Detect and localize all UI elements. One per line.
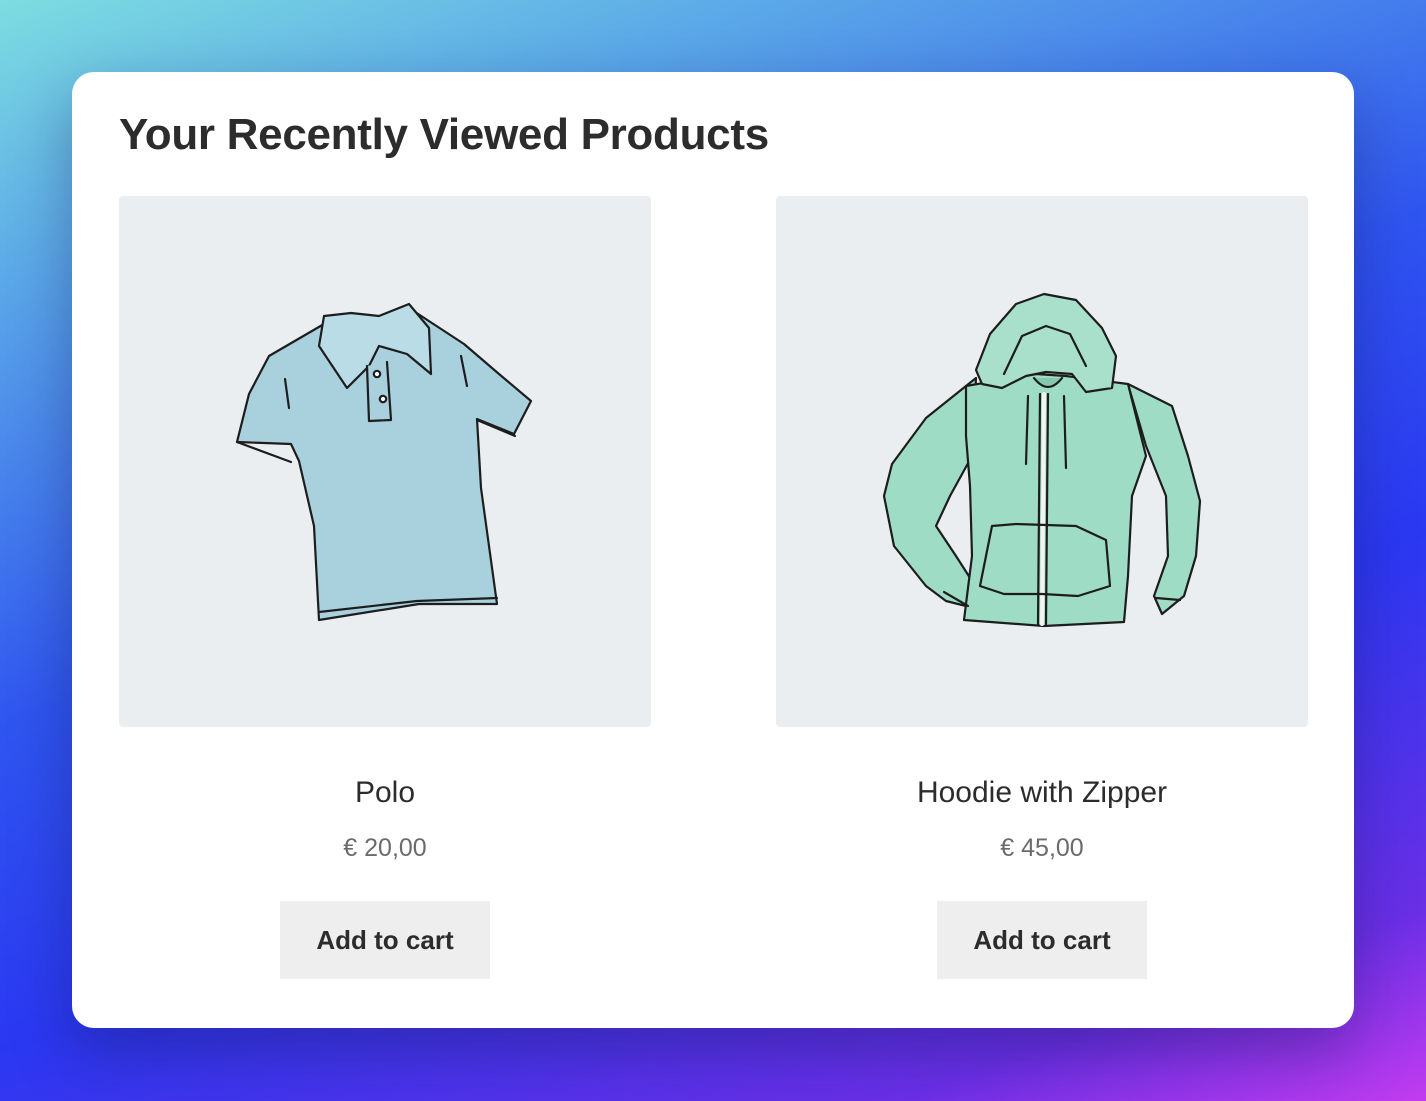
product-price: € 20,00 xyxy=(343,834,427,862)
product-image-link[interactable] xyxy=(776,196,1308,727)
product-card-hoodie: Hoodie with Zipper € 45,00 Add to cart xyxy=(776,196,1308,979)
section-title: Your Recently Viewed Products xyxy=(119,110,769,159)
product-title[interactable]: Hoodie with Zipper xyxy=(776,775,1308,811)
product-image-link[interactable] xyxy=(119,196,651,727)
product-title[interactable]: Polo xyxy=(119,775,651,811)
add-to-cart-button[interactable]: Add to cart xyxy=(937,901,1147,979)
add-to-cart-button[interactable]: Add to cart xyxy=(280,901,490,979)
product-card-polo: Polo € 20,00 Add to cart xyxy=(119,196,651,979)
recently-viewed-card: Your Recently Viewed Products Polo € 20,… xyxy=(72,72,1354,1028)
zip-hoodie-icon xyxy=(882,292,1202,628)
product-price: € 45,00 xyxy=(1000,834,1084,862)
polo-shirt-icon xyxy=(235,302,533,622)
